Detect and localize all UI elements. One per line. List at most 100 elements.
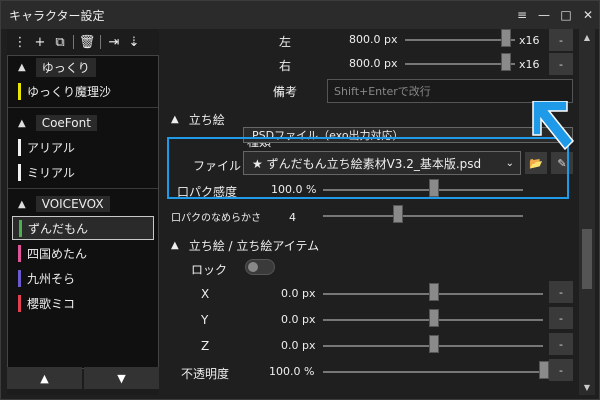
copy-icon[interactable]: ⧉ [51,32,69,52]
group-name: ゆっくり [35,57,96,77]
opacity-minus-button[interactable]: - [549,359,573,381]
character-name: ミリアル [27,165,75,180]
group-header-yukkuri[interactable]: ▲ ゆっくり [8,56,158,78]
minimize-icon[interactable]: — [533,4,555,26]
add-icon[interactable]: + [31,32,49,52]
chevron-up-icon: ▲ [18,198,26,210]
lip-smoothness-slider[interactable] [323,215,523,217]
lock-label: ロック [191,263,228,277]
lock-toggle[interactable] [245,259,275,275]
lip-smoothness-value[interactable]: 4 [289,211,296,224]
toolbar-divider [73,35,74,49]
left-scale[interactable]: x16 [519,34,540,47]
move-up-button[interactable]: ▲ [7,367,82,389]
left-value[interactable]: 800.0 px [349,33,397,46]
pointer-arrow-icon [532,101,575,151]
note-input[interactable]: Shift+Enterで改行 [327,79,573,103]
group-name: VOICEVOX [35,196,110,212]
import-icon[interactable]: ⇥ [105,32,123,52]
folder-open-icon[interactable]: 📂 [525,152,547,174]
left-label: 左 [279,35,292,49]
right-value[interactable]: 800.0 px [349,57,397,70]
file-label: ファイル [193,159,242,173]
section-title: 立ち絵 [188,113,225,127]
list-item[interactable]: 櫻歌ミコ [12,291,154,315]
more-icon[interactable]: ⋮ [11,32,29,52]
character-name: 櫻歌ミコ [27,296,76,311]
z-slider-thumb[interactable] [429,335,439,353]
file-select[interactable]: ★ ずんだもん立ち絵素材V3.2_基本版.psd ⌄ [243,151,521,175]
y-label: Y [201,313,209,327]
right-slider-thumb[interactable] [501,53,511,71]
character-list: ▲ ゆっくり ゆっくり魔理沙 ▲ CoeFont アリアル ミリアル ▲ VOICEV… [7,55,159,369]
list-item-selected[interactable]: ずんだもん [12,216,154,240]
list-item[interactable]: 四国めたん [12,241,154,265]
list-item[interactable]: ミリアル [12,160,154,184]
chevron-up-icon: ▲ [171,240,179,251]
chevron-up-icon: ▲ [18,61,26,73]
title-bar: キャラクター設定 ≡ — □ ✕ [1,1,599,29]
x-value[interactable]: 0.0 px [281,287,315,300]
section-tachie-header[interactable]: ▲ 立ち絵 [171,111,225,128]
character-name: アリアル [27,140,75,155]
scroll-up-icon[interactable]: ▲ [581,31,593,43]
section-item-header[interactable]: ▲ 立ち絵 / 立ち絵アイテム [171,237,319,254]
x-minus-button[interactable]: - [549,281,573,303]
opacity-value[interactable]: 100.0 % [269,365,314,378]
list-item[interactable]: 九州そら [12,266,154,290]
sort-icon[interactable]: ⇣ [125,32,143,52]
delete-icon[interactable]: 🗑 [78,32,96,52]
type-select[interactable]: PSDファイル（exo出力対応） [243,127,573,143]
toolbar-divider [100,35,101,49]
right-slider[interactable] [405,63,515,65]
group-name: CoeFont [35,115,97,131]
group-header-voicevox[interactable]: ▲ VOICEVOX [8,193,158,215]
x-label: X [201,287,210,301]
move-down-button[interactable]: ▼ [84,367,159,389]
z-label: Z [201,339,210,353]
opacity-slider-thumb[interactable] [539,361,549,379]
list-item[interactable]: ゆっくり魔理沙 [12,79,154,103]
settings-scrollbar[interactable]: ▲ ▼ [579,29,595,395]
lip-sensitivity-slider[interactable] [323,189,523,191]
character-color-bar [18,269,21,287]
group-header-coefont[interactable]: ▲ CoeFont [8,112,158,134]
note-label: 備考 [273,85,298,99]
character-color-bar [18,138,21,156]
close-icon[interactable]: ✕ [577,4,599,26]
left-slider-thumb[interactable] [501,29,511,47]
left-minus-button[interactable]: - [549,29,573,51]
character-color-bar [18,244,21,262]
character-list-panel: ⋮ + ⧉ 🗑 ⇥ ⇣ ▲ ゆっくり ゆっくり魔理沙 ▲ CoeFont アリアル … [7,29,159,395]
list-toolbar: ⋮ + ⧉ 🗑 ⇥ ⇣ [7,29,159,55]
character-color-bar [18,163,21,181]
scrollbar-thumb[interactable] [582,229,592,289]
y-minus-button[interactable]: - [549,307,573,329]
file-name: ★ ずんだもん立ち絵素材V3.2_基本版.psd [252,156,482,171]
lip-sensitivity-value[interactable]: 100.0 % [271,183,316,196]
y-slider-thumb[interactable] [429,309,439,327]
right-scale[interactable]: x16 [519,58,540,71]
character-color-bar [18,294,21,312]
z-minus-button[interactable]: - [549,333,573,355]
menu-icon[interactable]: ≡ [511,4,533,26]
maximize-icon[interactable]: □ [555,4,577,26]
scroll-down-icon[interactable]: ▼ [581,381,593,393]
lip-sensitivity-thumb[interactable] [429,179,439,197]
left-slider[interactable] [405,39,515,41]
right-minus-button[interactable]: - [549,53,573,75]
y-value[interactable]: 0.0 px [281,313,315,326]
lip-smoothness-thumb[interactable] [393,205,403,223]
character-name: 九州そら [27,271,76,286]
x-slider-thumb[interactable] [429,283,439,301]
list-item[interactable]: アリアル [12,135,154,159]
lip-smoothness-label: 口パクのなめらかさ [171,213,261,224]
character-name: ずんだもん [28,221,89,236]
character-name: ゆっくり魔理沙 [27,84,112,99]
z-value[interactable]: 0.0 px [281,339,315,352]
right-label: 右 [279,59,292,73]
edit-icon[interactable]: ✎ [551,152,573,174]
character-settings-window: キャラクター設定 ≡ — □ ✕ ⋮ + ⧉ 🗑 ⇥ ⇣ ▲ ゆっくり ゆっくり魔… [0,0,600,400]
opacity-slider[interactable] [323,371,543,373]
toggle-knob [248,262,258,272]
